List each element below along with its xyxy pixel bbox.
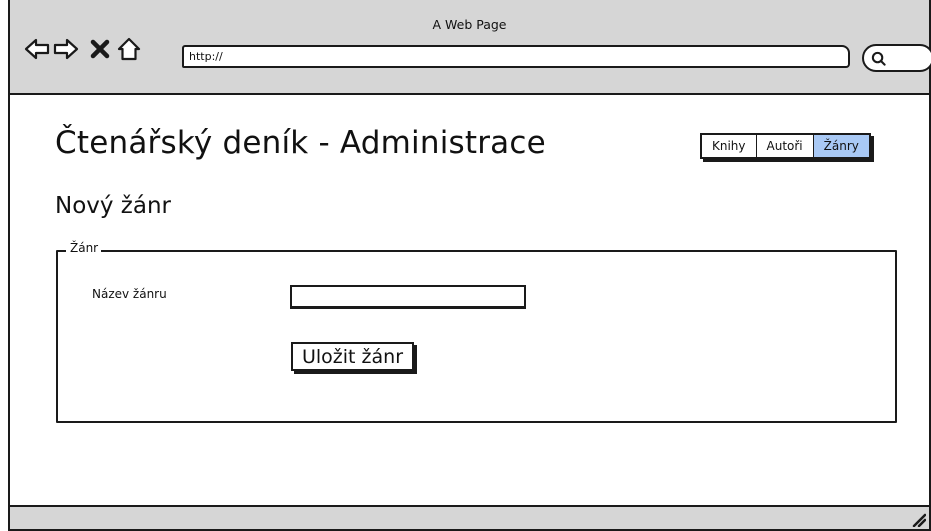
forward-button[interactable] <box>53 36 79 62</box>
resize-grip-icon <box>912 513 926 527</box>
window-title: A Web Page <box>432 17 507 32</box>
home-icon <box>117 37 141 61</box>
genre-fieldset: Žánr Název žánru Uložit žánr <box>56 241 897 423</box>
browser-window: A Web Page http:// Čtenářský deník - Adm… <box>8 0 931 531</box>
search-icon <box>871 51 886 66</box>
back-button[interactable] <box>24 36 50 62</box>
stop-button[interactable] <box>87 36 113 62</box>
genre-name-input[interactable] <box>290 285 526 309</box>
section-title: Nový žánr <box>55 193 172 219</box>
arrow-left-icon <box>24 38 50 60</box>
tab-knihy[interactable]: Knihy <box>702 135 757 157</box>
search-button[interactable] <box>862 44 931 72</box>
address-bar[interactable]: http:// <box>182 45 850 68</box>
save-genre-button[interactable]: Uložit žánr <box>291 342 415 371</box>
resize-handle[interactable] <box>910 511 926 527</box>
browser-chrome: A Web Page http:// <box>10 0 931 95</box>
nav-tabs: Knihy Autoři Žánry <box>700 133 871 159</box>
page-title: Čtenářský deník - Administrace <box>55 125 546 161</box>
close-icon <box>90 39 110 59</box>
fieldset-legend: Žánr <box>66 241 102 255</box>
genre-name-label: Název žánru <box>92 287 167 301</box>
home-button[interactable] <box>116 36 142 62</box>
tab-zanry[interactable]: Žánry <box>813 135 869 157</box>
status-bar <box>10 505 929 529</box>
tab-autori[interactable]: Autoři <box>757 135 814 157</box>
arrow-right-icon <box>53 38 79 60</box>
